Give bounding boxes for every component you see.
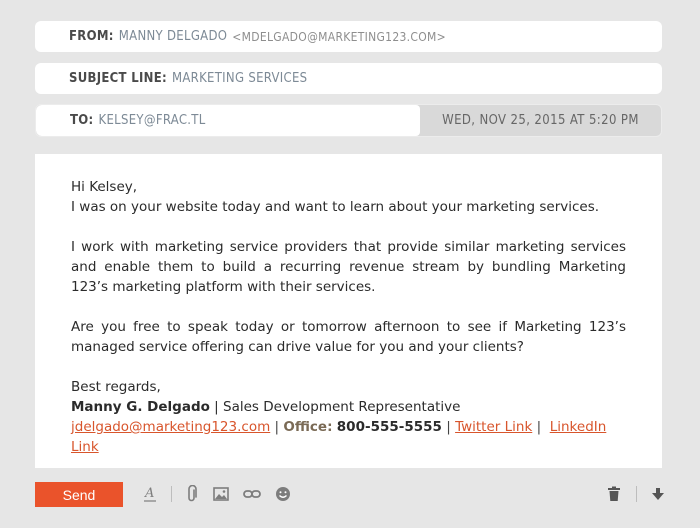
to-input[interactable]: To: kelsey@frac.tl <box>36 105 420 136</box>
from-name: Manny Delgado <box>118 29 228 44</box>
to-value[interactable]: kelsey@frac.tl <box>99 113 206 128</box>
attach-icon[interactable] <box>182 484 202 504</box>
from-field: From: Manny Delgado <mdelgado@marketing1… <box>35 21 662 52</box>
image-icon[interactable] <box>211 484 231 504</box>
emoji-icon[interactable] <box>273 484 293 504</box>
office-label: Office: <box>283 419 333 435</box>
link-icon[interactable] <box>242 484 262 504</box>
greeting: Hi Kelsey, <box>71 179 138 195</box>
body-paragraph-3: Are you free to speak today or tomorrow … <box>71 319 626 355</box>
twitter-link[interactable]: Twitter Link <box>455 419 532 435</box>
trash-icon[interactable] <box>604 484 624 504</box>
subject-field[interactable]: Subject Line: Marketing Services <box>35 63 662 94</box>
signature-name: Manny G. Delgado <box>71 399 210 415</box>
to-field: To: kelsey@frac.tl Wed, Nov 25, 2015 at … <box>35 104 662 137</box>
office-number: 800-555-5555 <box>336 419 442 435</box>
body-paragraph-2: I work with marketing service providers … <box>71 239 626 295</box>
message-body[interactable]: Hi Kelsey, I was on your website today a… <box>35 154 662 468</box>
subject-value[interactable]: Marketing Services <box>172 71 307 86</box>
subject-label: Subject Line: <box>69 71 167 86</box>
closing: Best regards, <box>71 379 161 395</box>
sent-date: Wed, Nov 25, 2015 at 5:20 PM <box>442 113 639 128</box>
from-label: From: <box>69 29 114 44</box>
signature-title: | Sales Development Representative <box>209 399 461 415</box>
signature-email-link[interactable]: jdelgado@marketing123.com <box>71 419 270 435</box>
signature-contacts: jdelgado@marketing123.com | Office: 800-… <box>71 419 607 455</box>
body-line-1: I was on your website today and want to … <box>71 199 600 215</box>
signature-line: Manny G. Delgado | Sales Development Rep… <box>71 397 626 417</box>
to-label: To: <box>70 113 94 128</box>
from-email: <mdelgado@marketing123.com> <box>232 29 447 44</box>
send-button[interactable]: Send <box>35 482 123 507</box>
svg-text:A: A <box>144 486 154 501</box>
more-options-icon[interactable] <box>648 484 668 504</box>
compose-toolbar: Send A <box>0 478 700 512</box>
format-text-icon[interactable]: A <box>140 484 160 504</box>
